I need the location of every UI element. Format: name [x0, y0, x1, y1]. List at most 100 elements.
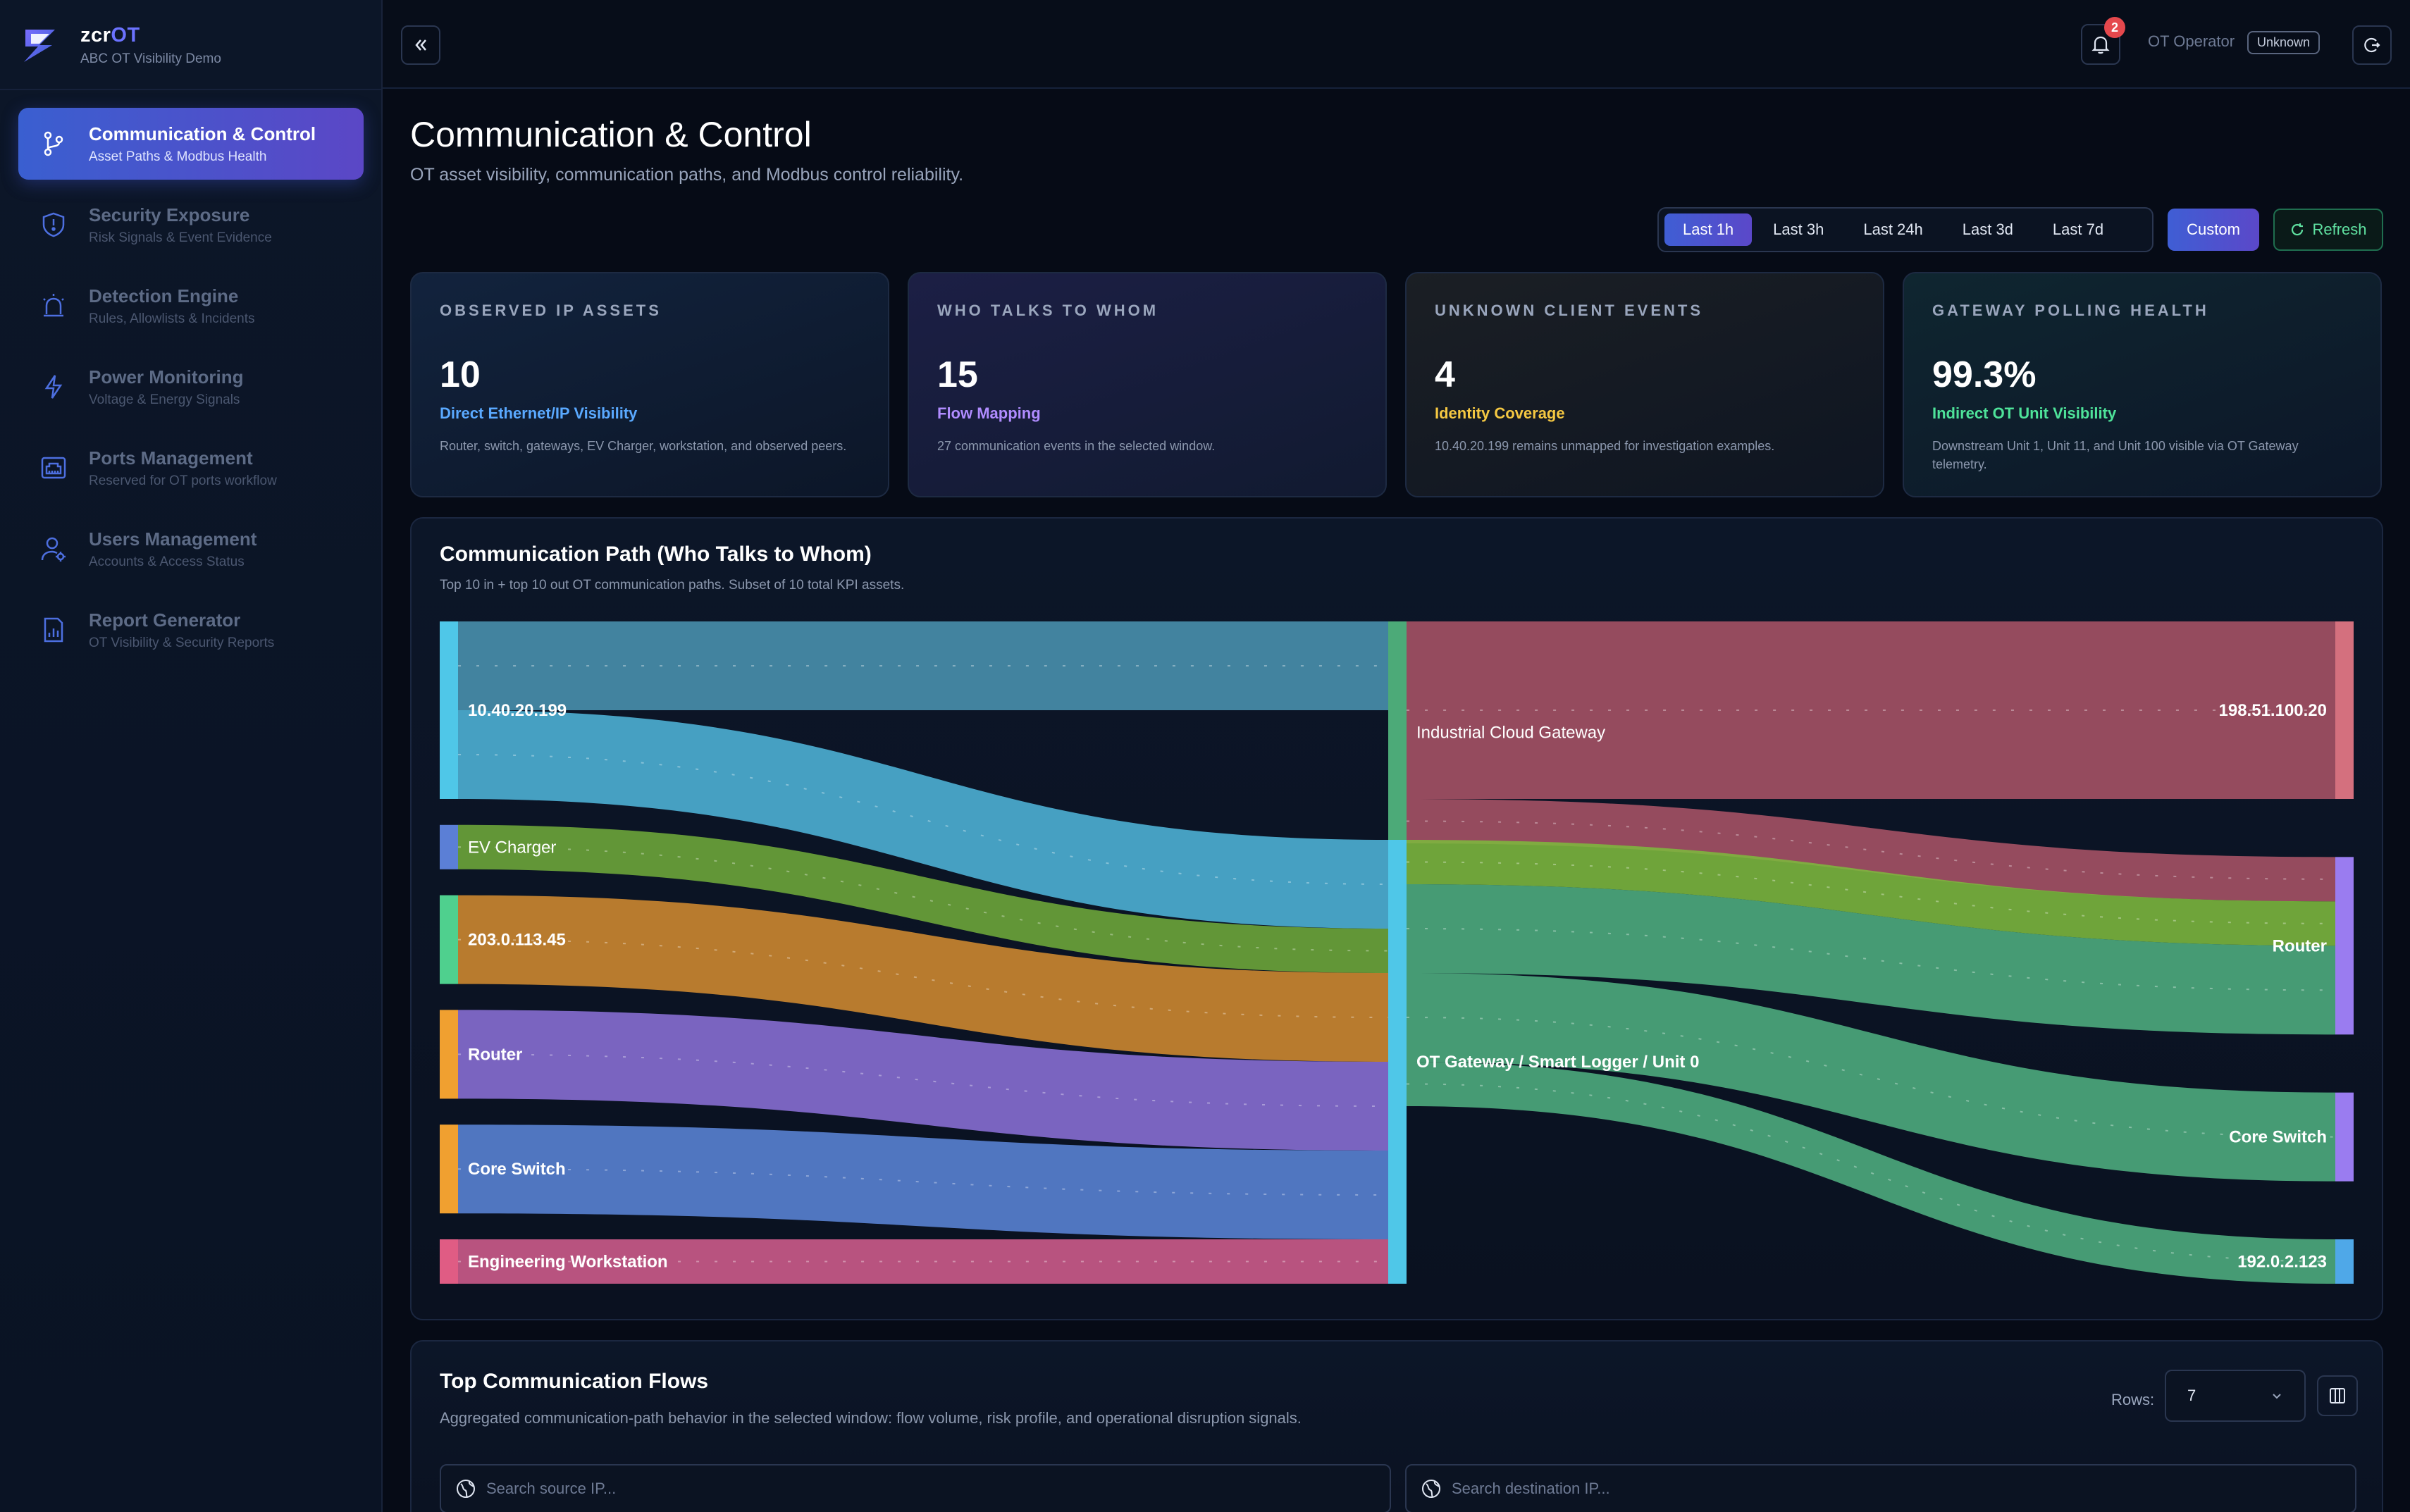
- notification-count-badge: 2: [2104, 17, 2125, 38]
- time-range-selector: Last 1h Last 3h Last 24h Last 3d Last 7d: [1657, 207, 2153, 252]
- sankey-node[interactable]: [1388, 840, 1407, 1284]
- refresh-label: Refresh: [2312, 221, 2367, 238]
- rows-label: Rows:: [2111, 1391, 2155, 1408]
- sankey-node-label: Core Switch: [468, 1160, 566, 1179]
- kpi-value: 4: [1435, 354, 1455, 395]
- sidebar-item-title: Detection Engine: [89, 285, 239, 306]
- sankey-node[interactable]: [2335, 857, 2354, 1035]
- destination-ip-search[interactable]: Search destination IP...: [1405, 1464, 2356, 1512]
- sidebar-item-subtitle: Asset Paths & Modbus Health: [89, 149, 267, 164]
- sankey-node[interactable]: [1388, 621, 1407, 843]
- git-branch-icon: [44, 131, 63, 156]
- sidebar-item-subtitle: Rules, Allowlists & Incidents: [89, 311, 255, 326]
- sankey-node-label: Industrial Cloud Gateway: [1416, 724, 1605, 743]
- sidebar-item-subtitle: OT Visibility & Security Reports: [89, 635, 275, 650]
- page-title: Communication & Control: [410, 115, 812, 154]
- panel-subtitle: Aggregated communication-path behavior i…: [440, 1409, 1302, 1427]
- sidebar-item-subtitle: Voltage & Energy Signals: [89, 392, 240, 407]
- brand[interactable]: zcrOT ABC OT Visibility Demo: [18, 17, 221, 73]
- globe-icon: [457, 1480, 475, 1498]
- kpi-description: 27 communication events in the selected …: [937, 439, 1216, 453]
- sankey-node-label: 203.0.113.45: [468, 931, 566, 950]
- rows-per-page-select[interactable]: 7: [2165, 1370, 2306, 1422]
- column-settings-button[interactable]: [2317, 1375, 2358, 1416]
- destination-ip-placeholder: Search destination IP...: [1452, 1480, 1610, 1497]
- operator-label: OT Operator: [2148, 32, 2235, 50]
- shield-icon: [42, 212, 65, 237]
- ethernet-port-icon: [41, 457, 66, 479]
- sidebar-item-subtitle: Accounts & Access Status: [89, 554, 245, 569]
- kpi-description: Router, switch, gateways, EV Charger, wo…: [440, 439, 847, 453]
- logout-button[interactable]: [2352, 25, 2392, 65]
- kpi-card-gateway-polling-health: GATEWAY POLLING HEALTH 99.3% Indirect OT…: [1903, 272, 2382, 497]
- kpi-description: 10.40.20.199 remains unmapped for invest…: [1435, 439, 1775, 453]
- kpi-hint: Identity Coverage: [1435, 404, 1565, 422]
- sankey-node[interactable]: [2335, 1092, 2354, 1182]
- page-subtitle: OT asset visibility, communication paths…: [410, 165, 964, 185]
- sidebar-item-title: Power Monitoring: [89, 366, 244, 388]
- user-gear-icon: [41, 537, 66, 562]
- range-last-3d-button[interactable]: Last 3d: [1944, 213, 2032, 246]
- kpi-hint: Indirect OT Unit Visibility: [1932, 404, 2117, 422]
- sidebar-item-communication-control[interactable]: Communication & Control Asset Paths & Mod…: [18, 108, 364, 180]
- kpi-hint: Flow Mapping: [937, 404, 1041, 422]
- range-last-1h-button[interactable]: Last 1h: [1664, 213, 1753, 246]
- sankey-node[interactable]: [2335, 1239, 2354, 1284]
- source-ip-search[interactable]: Search source IP...: [440, 1464, 1391, 1512]
- sidebar-item-ports-management[interactable]: Ports Management Reserved for OT ports wo…: [18, 432, 364, 504]
- brand-divider: [0, 89, 381, 90]
- sidebar-item-title: Security Exposure: [89, 204, 250, 225]
- kpi-value: 10: [440, 354, 481, 395]
- sankey-link[interactable]: [458, 621, 1388, 710]
- sankey-node-label: Engineering Workstation: [468, 1253, 668, 1272]
- rows-value: 7: [2187, 1387, 2196, 1404]
- range-last-24h-button[interactable]: Last 24h: [1845, 213, 1941, 246]
- sankey-node-label: OT Gateway / Smart Logger / Unit 0: [1416, 1053, 1699, 1072]
- kpi-label: GATEWAY POLLING HEALTH: [1932, 302, 2209, 319]
- sankey-node-label: Core Switch: [2229, 1128, 2327, 1147]
- sankey-node[interactable]: [440, 1124, 458, 1214]
- kpi-value: 15: [937, 354, 978, 395]
- logout-icon: [2364, 37, 2380, 53]
- sidebar-item-report-generator[interactable]: Report Generator OT Visibility & Security…: [18, 594, 364, 666]
- kpi-card-who-talks-to-whom: WHO TALKS TO WHOM 15 Flow Mapping 27 com…: [908, 272, 1387, 497]
- kpi-value: 99.3%: [1932, 354, 2037, 395]
- sidebar-item-users-management[interactable]: Users Management Accounts & Access Status: [18, 513, 364, 585]
- custom-range-button[interactable]: Custom: [2168, 209, 2259, 251]
- communication-path-panel: Communication Path (Who Talks to Whom) T…: [410, 517, 2383, 1320]
- sidebar-item-detection-engine[interactable]: Detection Engine Rules, Allowlists & Inci…: [18, 270, 364, 342]
- sankey-node-label: 192.0.2.123: [2237, 1253, 2327, 1272]
- sidebar-item-subtitle: Reserved for OT ports workflow: [89, 473, 277, 488]
- range-last-3h-button[interactable]: Last 3h: [1755, 213, 1842, 246]
- sankey-node[interactable]: [2335, 621, 2354, 799]
- siren-icon: [43, 294, 64, 317]
- range-last-7d-button[interactable]: Last 7d: [2034, 213, 2122, 246]
- sankey-chart: 10.40.20.199 EV Charger 203.0.113.45 Router…: [440, 621, 2354, 1284]
- sidebar-item-power-monitoring[interactable]: Power Monitoring Voltage & Energy Signals: [18, 351, 364, 423]
- report-chart-icon: [44, 617, 63, 643]
- sankey-node[interactable]: [440, 824, 458, 869]
- lightning-icon: [44, 375, 63, 399]
- sankey-node[interactable]: [440, 1239, 458, 1284]
- chevron-down-icon: [2273, 1394, 2281, 1399]
- sankey-node[interactable]: [440, 1010, 458, 1099]
- kpi-card-unknown-client-events: UNKNOWN CLIENT EVENTS 4 Identity Coverag…: [1405, 272, 1884, 497]
- sidebar-item-title: Report Generator: [89, 609, 241, 631]
- role-badge: Unknown: [2247, 31, 2321, 54]
- sankey-node[interactable]: [440, 895, 458, 984]
- sidebar: zcrOT ABC OT Visibility Demo Communicati…: [0, 0, 383, 1512]
- sidebar-item-subtitle: Risk Signals & Event Evidence: [89, 230, 272, 245]
- brand-name: zcrOT: [80, 23, 140, 47]
- sidebar-item-title: Users Management: [89, 528, 257, 550]
- brand-logo-icon: [24, 30, 55, 62]
- sidebar-item-security-exposure[interactable]: Security Exposure Risk Signals & Event Ev…: [18, 189, 364, 261]
- sankey-node-label: 198.51.100.20: [2219, 701, 2327, 720]
- brand-subtitle: ABC OT Visibility Demo: [80, 51, 221, 66]
- sankey-node-label: 10.40.20.199: [468, 701, 567, 720]
- refresh-button[interactable]: Refresh: [2273, 209, 2383, 251]
- top-communication-flows-panel: Top Communication Flows Aggregated commu…: [410, 1340, 2383, 1512]
- topbar: 2 OT Operator Unknown: [383, 0, 2410, 89]
- sankey-node[interactable]: [440, 621, 458, 799]
- panel-title: Top Communication Flows: [440, 1370, 709, 1393]
- collapse-sidebar-button[interactable]: [401, 25, 440, 65]
